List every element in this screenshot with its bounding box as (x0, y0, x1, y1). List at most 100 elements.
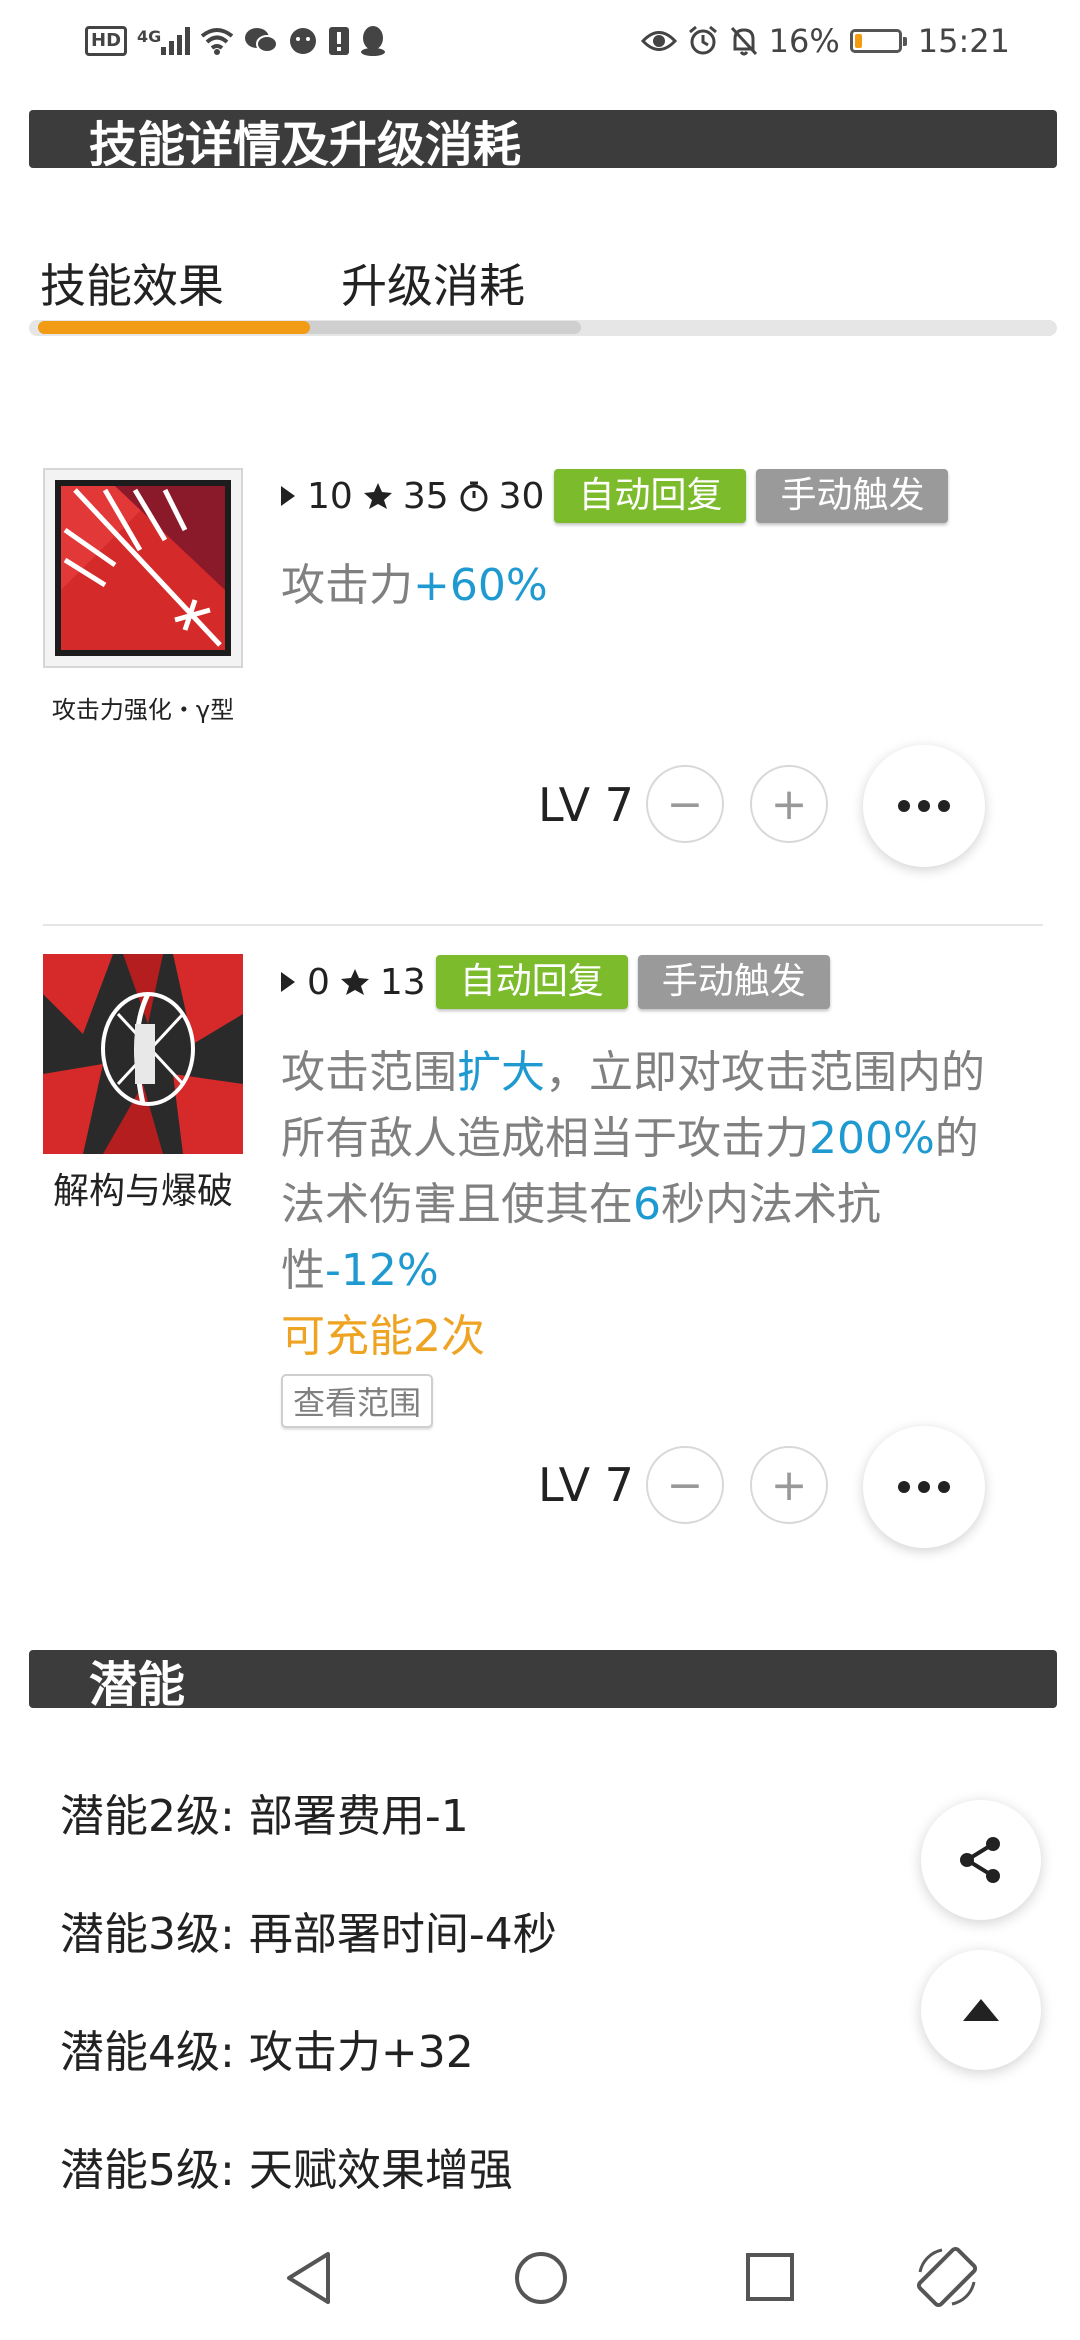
potential-value: 攻击力+32 (248, 2027, 474, 2078)
level-increase-button[interactable]: + (750, 1446, 828, 1524)
mute-icon (730, 26, 757, 56)
rotate-icon[interactable] (912, 2242, 982, 2312)
skill-icon-attack-boost[interactable] (43, 468, 243, 668)
desc-text: 的 (934, 1113, 979, 1164)
divider (43, 924, 1043, 926)
charge-text: 可充能2次 (281, 1311, 485, 1362)
star-icon (363, 483, 392, 509)
skill-description: 攻击力+60% (281, 553, 548, 619)
hd-icon: HD (85, 26, 128, 56)
level-decrease-button[interactable]: − (646, 765, 724, 843)
badge-auto-recovery: 自动回复 (554, 469, 747, 523)
status-bar: HD 4G 16% 15:21 (0, 0, 1080, 80)
qq-icon (361, 26, 386, 56)
tab-upgrade-cost[interactable]: 升级消耗 (341, 250, 525, 316)
potential-label: 潜能2级: (60, 1791, 235, 1842)
scroll-top-icon (963, 1999, 999, 2021)
recents-icon[interactable] (745, 2252, 795, 2302)
status-icons-left: HD 4G (85, 20, 386, 62)
desc-text: 秒内法术抗 (661, 1179, 881, 1230)
desc-highlight: -12% (325, 1245, 439, 1296)
potential-item: 潜能3级: 再部署时间-4秒 (60, 1898, 557, 1962)
more-icon (898, 1481, 910, 1493)
tab-label: 升级消耗 (341, 259, 525, 313)
desc-highlight: +60% (413, 560, 548, 611)
desc-line: 性-12% (281, 1238, 1051, 1304)
skill-stats: 0 13 自动回复 手动触发 (279, 954, 830, 1010)
section-header-skills: 技能详情及升级消耗 (29, 110, 1057, 168)
skill-description: 攻击范围扩大，立即对攻击范围内的 所有敌人造成相当于攻击力200%的 法术伤害且… (281, 1040, 1051, 1370)
sp-cost: 13 (379, 961, 426, 1003)
tab-skill-effect[interactable]: 技能效果 (40, 250, 224, 316)
network-type: 4G (137, 27, 162, 46)
minus-icon: − (666, 1459, 704, 1511)
desc-line: 法术伤害且使其在6秒内法术抗 (281, 1172, 1051, 1238)
scroll-top-button[interactable] (921, 1950, 1041, 2070)
share-button[interactable] (921, 1800, 1041, 1920)
desc-text: 攻击力 (281, 560, 413, 611)
navigation-bar (0, 2220, 1080, 2340)
battery-percent: 16% (768, 22, 840, 60)
section-title: 技能详情及升级消耗 (89, 117, 522, 168)
play-icon (281, 972, 295, 992)
wechat-icon (245, 28, 279, 53)
battery-icon (849, 29, 907, 53)
star-icon (340, 969, 369, 995)
eye-icon (640, 31, 677, 51)
home-icon[interactable] (513, 2250, 569, 2306)
skill-duration: 30 (498, 475, 545, 517)
play-icon (281, 486, 295, 506)
more-options-button[interactable] (863, 1426, 985, 1548)
potential-item: 潜能4级: 攻击力+32 (60, 2016, 474, 2080)
plus-icon: + (770, 778, 808, 830)
desc-text: ，立即对攻击范围内的 (545, 1047, 985, 1098)
potential-label: 潜能3级: (60, 1909, 235, 1960)
level-increase-button[interactable]: + (750, 765, 828, 843)
badge-manual-trigger: 手动触发 (756, 469, 949, 523)
view-range-button[interactable]: 查看范围 (281, 1374, 434, 1428)
tab-active-indicator (38, 321, 310, 334)
sim-alert-icon (329, 27, 350, 55)
back-icon[interactable] (283, 2250, 335, 2306)
section-title: 潜能 (89, 1657, 186, 1708)
desc-text: 攻击范围 (281, 1047, 457, 1098)
clock: 15:21 (917, 22, 1010, 60)
skill-icon-deconstruct[interactable] (43, 954, 243, 1154)
more-icon (898, 800, 910, 812)
plus-icon: + (770, 1459, 808, 1511)
potential-item: 潜能5级: 天赋效果增强 (60, 2134, 513, 2198)
potential-value: 再部署时间-4秒 (248, 1909, 557, 1960)
potential-value: 天赋效果增强 (248, 2145, 513, 2196)
skill-name: 解构与爆破 (52, 1171, 233, 1212)
section-header-potential: 潜能 (29, 1650, 1057, 1708)
sp-initial: 10 (307, 475, 353, 517)
potential-item: 潜能2级: 部署费用-1 (60, 1780, 469, 1844)
badge-auto-recovery: 自动回复 (435, 955, 628, 1009)
skill-level: LV 7 (538, 778, 634, 832)
signal-icon: 4G (137, 27, 191, 55)
alarm-icon (688, 25, 717, 55)
battery-fill (854, 34, 862, 48)
potential-value: 部署费用-1 (248, 1791, 469, 1842)
desc-line: 攻击范围扩大，立即对攻击范围内的 (281, 1040, 1051, 1106)
skill-stats: 10 35 30 自动回复 手动触发 (279, 468, 949, 524)
desc-text: 所有敌人造成相当于攻击力 (281, 1113, 809, 1164)
wifi-icon (201, 28, 234, 55)
skill-name: 攻击力强化・γ型 (51, 696, 235, 724)
level-decrease-button[interactable]: − (646, 1446, 724, 1524)
more-options-button[interactable] (863, 745, 985, 867)
potential-label: 潜能5级: (60, 2145, 235, 2196)
share-icon (960, 1837, 1000, 1883)
badge-manual-trigger: 手动触发 (637, 955, 830, 1009)
sp-cost: 35 (402, 475, 449, 517)
potential-label: 潜能4级: (60, 2027, 235, 2078)
desc-line: 所有敌人造成相当于攻击力200%的 (281, 1106, 1051, 1172)
desc-text: 性 (281, 1245, 325, 1296)
timer-icon (460, 481, 488, 512)
desc-highlight: 6 (633, 1179, 661, 1230)
wechat-icon (290, 28, 317, 54)
tab-label: 技能效果 (40, 259, 224, 313)
desc-highlight: 扩大 (457, 1047, 545, 1098)
sp-initial: 0 (307, 961, 330, 1003)
desc-highlight: 200% (809, 1113, 935, 1164)
